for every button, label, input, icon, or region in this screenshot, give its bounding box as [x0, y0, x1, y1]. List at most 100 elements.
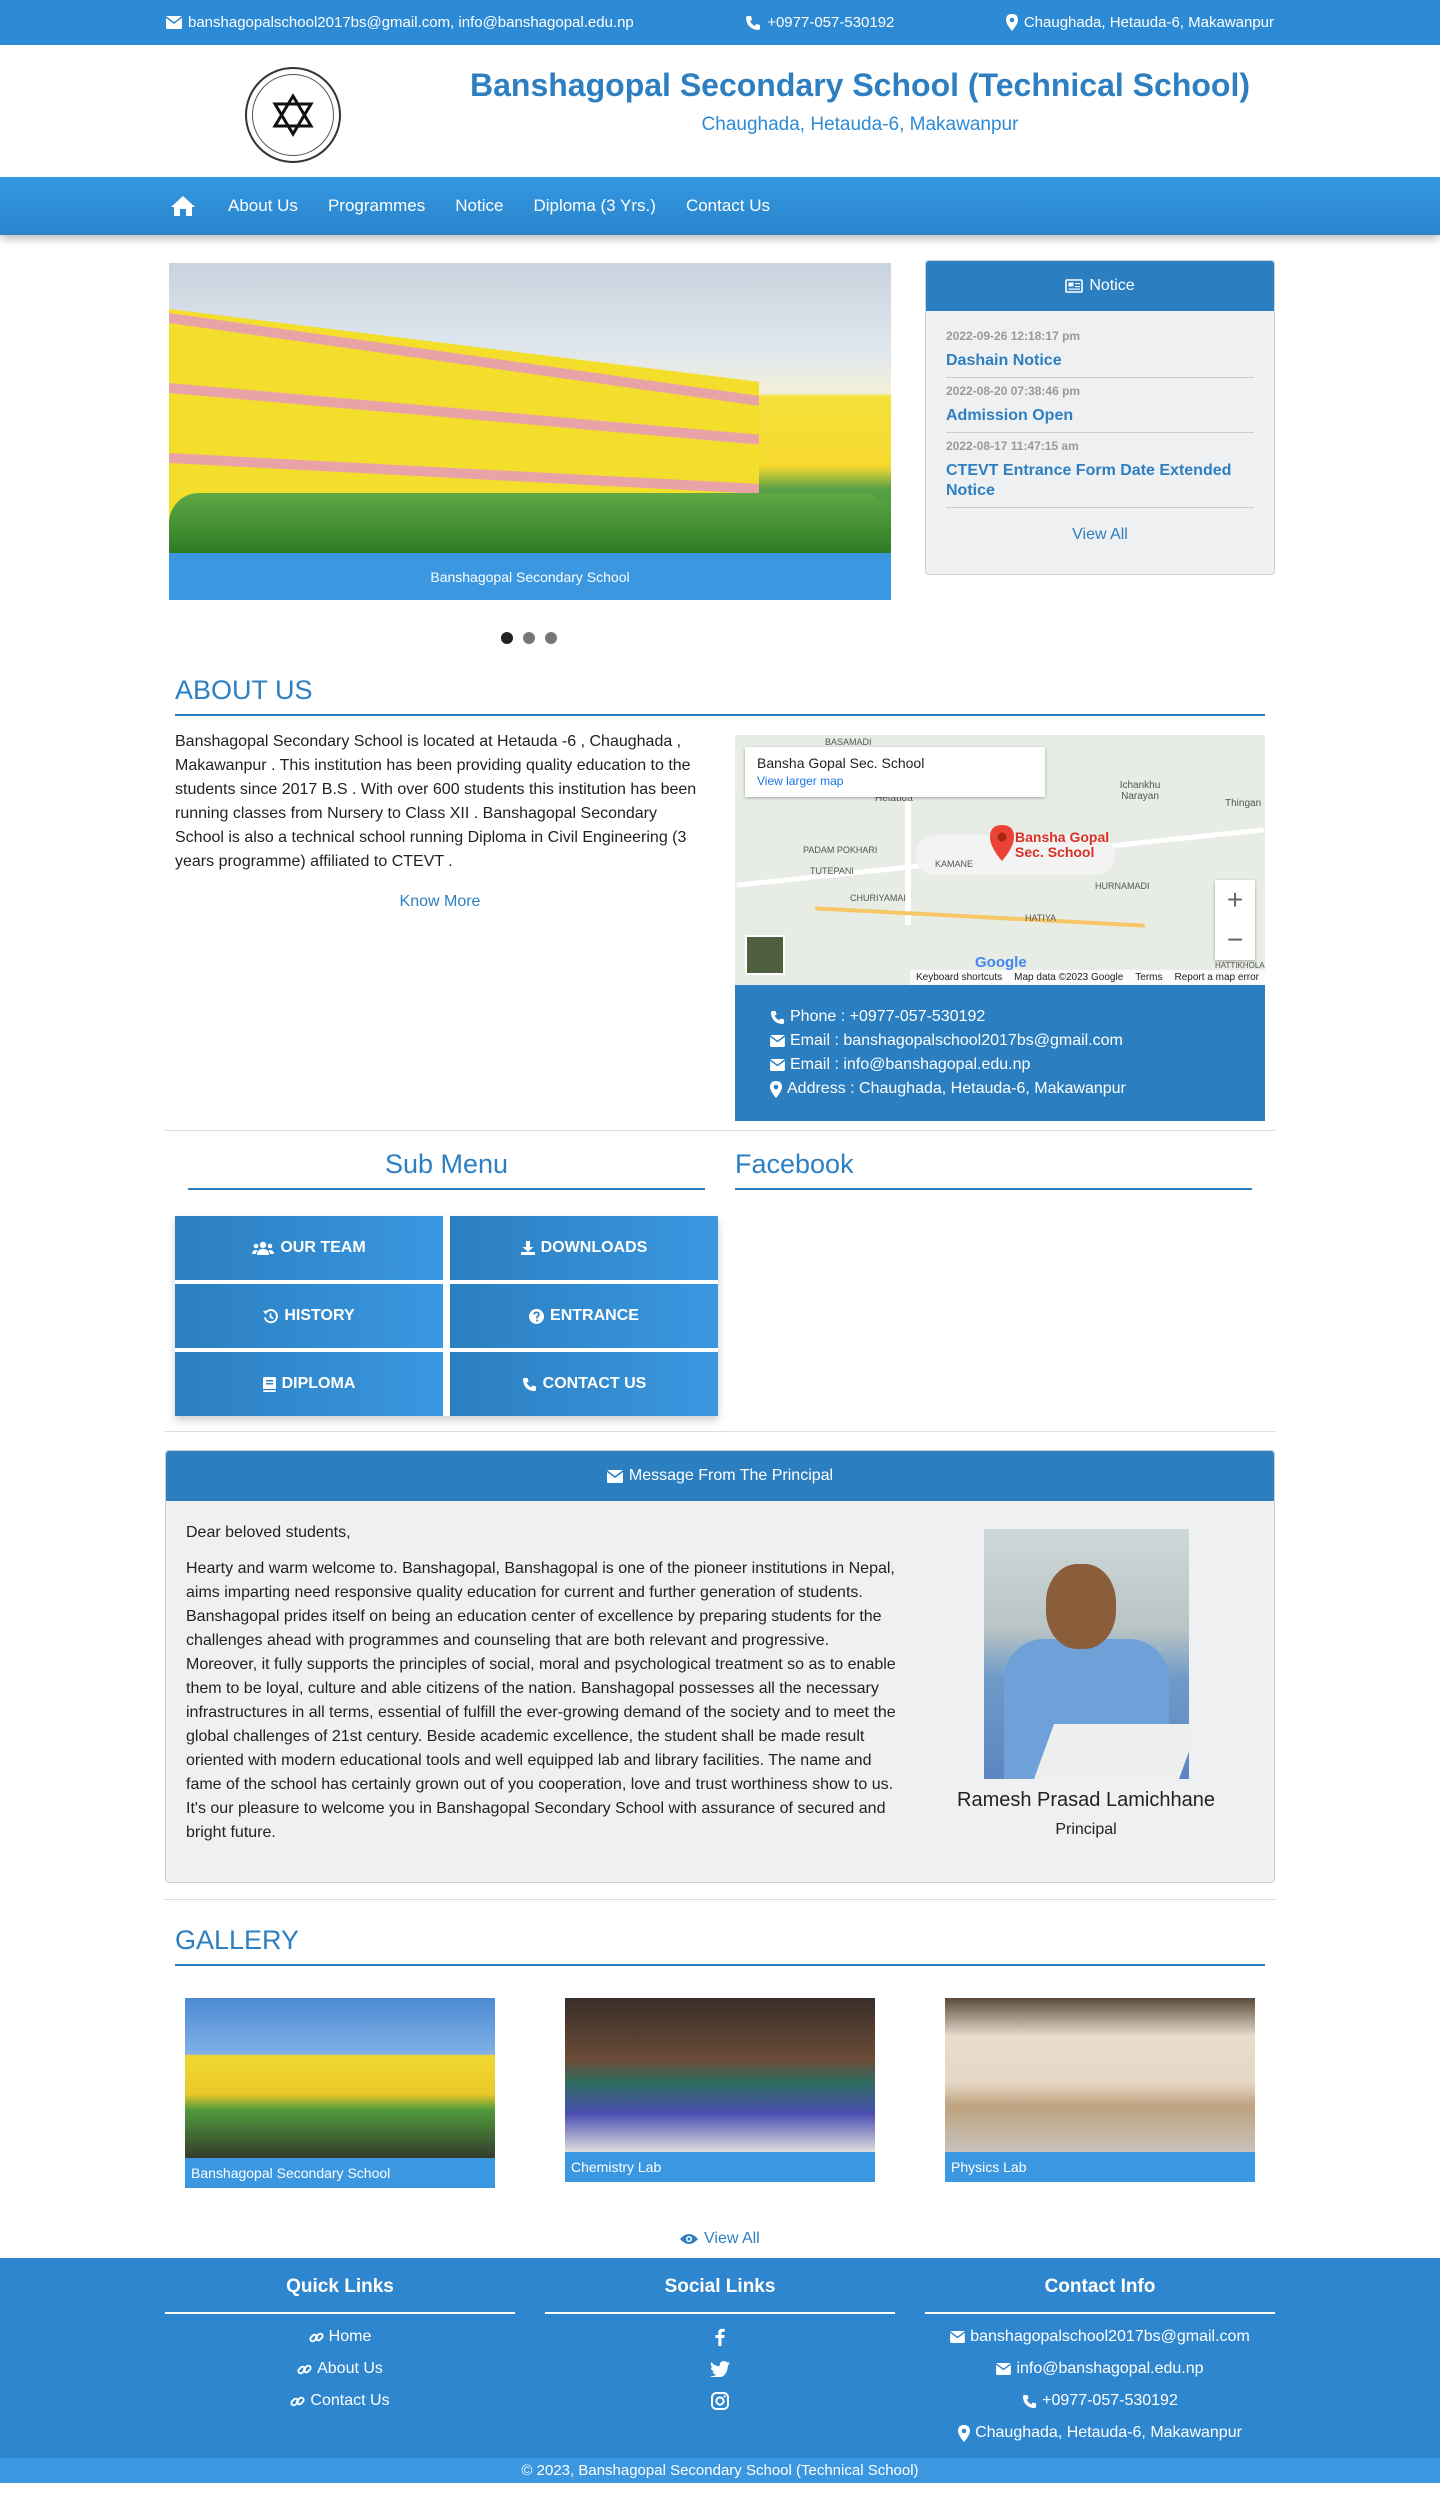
notice-item: 2022-09-26 12:18:17 pm Dashain Notice — [946, 329, 1254, 378]
map-pin-label-line: Sec. School — [1015, 844, 1095, 860]
our-team-button[interactable]: OUR TEAM — [175, 1216, 443, 1280]
our-team-label: OUR TEAM — [280, 1239, 366, 1256]
carousel-slide[interactable]: Banshagopal Secondary School — [169, 263, 891, 600]
map-label: KAMANE — [935, 859, 974, 869]
contact-email-row: Email : banshagopalschool2017bs@gmail.co… — [770, 1029, 1230, 1053]
topbar-phone-text: +0977-057-530192 — [767, 14, 895, 31]
downloads-button[interactable]: DOWNLOADS — [450, 1216, 718, 1280]
nav-diploma[interactable]: Diploma (3 Yrs.) — [533, 196, 656, 216]
carousel-dot[interactable] — [501, 632, 513, 644]
notice-title-link[interactable]: Dashain Notice — [946, 351, 1254, 371]
map-zoom-controls: + − — [1215, 880, 1255, 960]
footer-link-label: Home — [328, 2328, 372, 2345]
principal-message: Dear beloved students, Hearty and warm w… — [186, 1521, 896, 1857]
map-label: Ichankhu Narayan — [1119, 780, 1161, 802]
notice-title-link[interactable]: CTEVT Entrance Form Date Extended Notice — [946, 461, 1254, 501]
map-pin-icon[interactable] — [990, 825, 1014, 861]
main-navigation: About Us Programmes Notice Diploma (3 Yr… — [0, 177, 1440, 235]
topbar-phone: +0977-057-530192 — [745, 14, 894, 31]
gallery-card[interactable]: Banshagopal Secondary School — [185, 1998, 495, 2188]
map-pin-label: Bansha Gopal Sec. School — [1015, 830, 1109, 860]
submenu-section: Sub Menu Facebook OUR TEAM DOWNLOADS HIS… — [0, 1131, 1440, 1431]
footer-contact-phone: +0977-057-530192 — [925, 2392, 1275, 2410]
topbar-address-text: Chaughada, Hetauda-6, Makawanpur — [1023, 14, 1274, 31]
entrance-button[interactable]: ENTRANCE — [450, 1284, 718, 1348]
nav-home[interactable] — [170, 195, 196, 217]
instagram-link[interactable] — [545, 2392, 895, 2410]
contact-email-row: Email : info@banshagopal.edu.np — [770, 1053, 1230, 1077]
notice-item: 2022-08-17 11:47:15 am CTEVT Entrance Fo… — [946, 439, 1254, 508]
map-label: CHURIYAMAI — [850, 893, 906, 903]
footer-link-contact-us[interactable]: Contact Us — [165, 2392, 515, 2410]
envelope-icon — [770, 1059, 785, 1071]
notice-view-all-link[interactable]: View All — [946, 526, 1254, 544]
notice-date: 2022-09-26 12:18:17 pm — [946, 329, 1081, 343]
report-map-error-link[interactable]: Report a map error — [1175, 972, 1259, 983]
footer-address-text: Chaughada, Hetauda-6, Makawanpur — [975, 2424, 1242, 2441]
topbar-email-text: banshagopalschool2017bs@gmail.com, info@… — [188, 14, 634, 31]
gallery-view-all-link[interactable]: View All — [680, 2230, 760, 2248]
contact-us-label: CONTACT US — [542, 1375, 647, 1392]
footer-link-label: Contact Us — [310, 2392, 390, 2409]
principal-panel-heading: Message From The Principal — [628, 1467, 834, 1484]
notice-title-link[interactable]: Admission Open — [946, 406, 1254, 426]
users-icon — [252, 1241, 275, 1255]
notice-date: 2022-08-20 07:38:46 pm — [946, 384, 1081, 398]
map-terms-link[interactable]: Terms — [1135, 972, 1162, 983]
twitter-icon — [710, 2361, 730, 2377]
diploma-button[interactable]: DIPLOMA — [175, 1352, 443, 1416]
principal-role: Principal — [1055, 1821, 1117, 1838]
gallery-caption: Banshagopal Secondary School — [185, 2158, 495, 2188]
footer-phone-text: +0977-057-530192 — [1042, 2392, 1178, 2409]
gallery-card[interactable]: Physics Lab — [945, 1998, 1255, 2182]
school-logo[interactable] — [245, 67, 341, 163]
nav-contact-us[interactable]: Contact Us — [686, 196, 770, 216]
notice-panel: Notice 2022-09-26 12:18:17 pm Dashain No… — [925, 260, 1275, 575]
history-button[interactable]: HISTORY — [175, 1284, 443, 1348]
quick-links-heading: Quick Links — [165, 2276, 515, 2314]
view-larger-map-link[interactable]: View larger map — [757, 774, 1033, 788]
home-icon — [171, 196, 195, 216]
nav-about-us[interactable]: About Us — [228, 196, 298, 216]
notice-header: Notice — [926, 261, 1274, 311]
history-icon — [263, 1308, 279, 1323]
principal-message-body: Hearty and warm welcome to. Banshagopal,… — [186, 1560, 896, 1841]
gallery-heading: GALLERY — [175, 1925, 1265, 1966]
carousel-dot[interactable] — [545, 632, 557, 644]
google-map-embed[interactable]: Hetauda PADAM POKHARI TUTEPANI KAMANE CH… — [735, 735, 1265, 985]
map-data-text: Map data ©2023 Google — [1014, 972, 1124, 983]
contact-info-heading: Contact Info — [925, 2276, 1275, 2314]
about-text: Banshagopal Secondary School is located … — [175, 733, 697, 870]
footer-link-home[interactable]: Home — [165, 2328, 515, 2346]
envelope-icon — [606, 1469, 623, 1483]
facebook-icon — [715, 2328, 725, 2346]
contact-details-box: Phone : +0977-057-530192 Email : banshag… — [735, 985, 1265, 1121]
envelope-icon — [770, 1035, 785, 1047]
footer-link-about-us[interactable]: About Us — [165, 2360, 515, 2378]
map-satellite-toggle[interactable] — [745, 935, 785, 975]
carousel-dot[interactable] — [523, 632, 535, 644]
topbar-email: banshagopalschool2017bs@gmail.com, info@… — [166, 14, 634, 31]
facebook-link[interactable] — [545, 2328, 895, 2346]
submenu-grid: OUR TEAM DOWNLOADS HISTORY ENTRANCE DIPL… — [175, 1216, 718, 1416]
principal-name: Ramesh Prasad Lamichhane — [957, 1789, 1215, 1811]
nav-notice[interactable]: Notice — [455, 196, 503, 216]
map-marker-icon — [770, 1080, 782, 1098]
footer-contact-email: banshagopalschool2017bs@gmail.com — [925, 2328, 1275, 2346]
know-more-link[interactable]: Know More — [175, 893, 705, 911]
zoom-out-button[interactable]: − — [1215, 920, 1255, 960]
gallery-section: GALLERY Banshagopal Secondary School Che… — [0, 1900, 1440, 2250]
keyboard-shortcuts-link[interactable]: Keyboard shortcuts — [916, 972, 1002, 983]
nav-programmes[interactable]: Programmes — [328, 196, 425, 216]
twitter-link[interactable] — [545, 2360, 895, 2378]
map-label: HURNAMADI — [1095, 881, 1150, 891]
about-heading: ABOUT US — [175, 675, 1265, 716]
zoom-in-button[interactable]: + — [1215, 880, 1255, 920]
divider — [165, 1431, 1275, 1432]
gallery-card[interactable]: Chemistry Lab — [565, 1998, 875, 2182]
contact-us-button[interactable]: CONTACT US — [450, 1352, 718, 1416]
map-label: TUTEPANI — [810, 866, 854, 876]
notice-heading: Notice — [1089, 277, 1135, 294]
carousel-indicators — [501, 632, 557, 644]
phone-icon — [522, 1377, 536, 1391]
